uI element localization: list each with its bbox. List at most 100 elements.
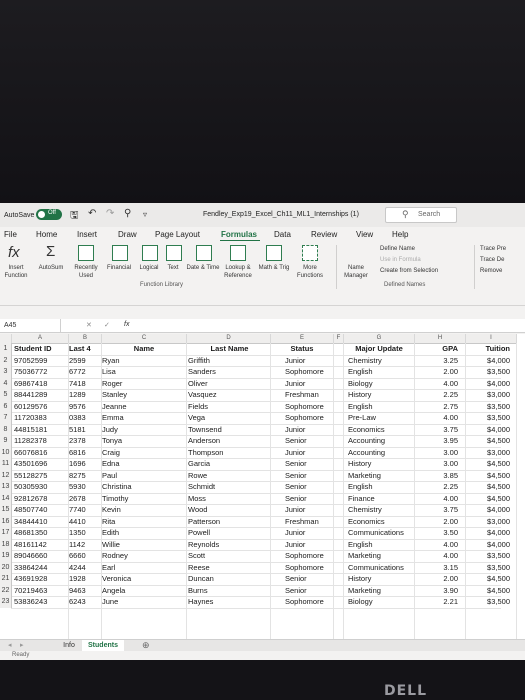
table-cell[interactable]: Marketing [348,550,414,561]
table-cell[interactable]: 60129576 [14,401,68,412]
table-cell[interactable]: $3,500 [462,412,510,423]
header-cell-d[interactable]: Last Name [188,343,271,354]
table-cell[interactable]: 3.75 [415,424,458,435]
row-header[interactable]: 16 [0,515,12,527]
undo-icon[interactable]: ↶ [88,208,96,219]
row-header[interactable]: 8 [0,423,12,435]
table-cell[interactable]: Junior [285,539,331,550]
table-cell[interactable]: Senior [285,493,331,504]
row-header[interactable]: 19 [0,550,12,562]
table-cell[interactable]: $4,500 [462,585,510,596]
table-cell[interactable]: Garcia [188,458,268,469]
table-cell[interactable]: $4,000 [462,539,510,550]
table-cell[interactable]: $4,500 [462,435,510,446]
table-cell[interactable]: Griffith [188,355,268,366]
table-cell[interactable]: Moss [188,493,268,504]
table-cell[interactable]: Communications [348,562,414,573]
financial-button[interactable]: Financial [104,264,134,272]
table-cell[interactable]: Haynes [188,596,268,607]
table-cell[interactable]: Timothy [102,493,182,504]
table-cell[interactable]: Marketing [348,585,414,596]
table-cell[interactable]: $4,000 [462,527,510,538]
table-cell[interactable]: 6772 [69,366,99,377]
table-cell[interactable]: Junior [285,378,331,389]
table-cell[interactable]: Stanley [102,389,182,400]
table-cell[interactable]: 2.25 [415,389,458,400]
text-icon[interactable] [166,245,182,261]
table-cell[interactable]: Willie [102,539,182,550]
date-time-icon[interactable] [196,245,212,261]
table-cell[interactable]: 4.00 [415,412,458,423]
table-cell[interactable]: Sophomore [285,366,331,377]
table-cell[interactable]: 8275 [69,470,99,481]
tab-view[interactable]: View [356,230,373,239]
header-cell-a[interactable]: Student ID [14,343,52,354]
table-cell[interactable]: 1696 [69,458,99,469]
quick-access-dropdown-icon[interactable]: ▿ [143,210,147,219]
table-cell[interactable]: Sophomore [285,550,331,561]
trace-dependents-button[interactable]: Trace De [480,256,504,264]
autosum-icon[interactable]: Σ [46,243,55,260]
table-cell[interactable]: Tonya [102,435,182,446]
table-cell[interactable]: Ryan [102,355,182,366]
tab-home[interactable]: Home [36,230,57,239]
header-cell-c[interactable]: Name [102,343,186,354]
table-cell[interactable]: Angela [102,585,182,596]
row-header[interactable]: 11 [0,458,12,470]
table-cell[interactable]: Anderson [188,435,268,446]
table-cell[interactable]: $3,500 [462,401,510,412]
table-cell[interactable]: Schmidt [188,481,268,492]
tab-data[interactable]: Data [274,230,291,239]
table-cell[interactable]: 6660 [69,550,99,561]
table-cell[interactable]: 3.25 [415,355,458,366]
table-cell[interactable]: 97052599 [14,355,68,366]
table-cell[interactable]: English [348,481,414,492]
table-cell[interactable]: $4,500 [462,458,510,469]
table-cell[interactable]: $4,000 [462,378,510,389]
formula-input[interactable] [140,319,525,332]
table-cell[interactable]: Fields [188,401,268,412]
table-cell[interactable]: 4.00 [415,493,458,504]
table-cell[interactable]: $3,000 [462,389,510,400]
table-cell[interactable]: Oliver [188,378,268,389]
row-header[interactable]: 20 [0,561,12,573]
table-cell[interactable]: Christina [102,481,182,492]
table-cell[interactable]: Junior [285,355,331,366]
recently-used-button[interactable]: Recently Used [68,264,104,280]
row-header[interactable]: 17 [0,527,12,539]
table-cell[interactable]: 3.95 [415,435,458,446]
text-button[interactable]: Text [162,264,184,272]
table-cell[interactable]: Senior [285,435,331,446]
tab-page-layout[interactable]: Page Layout [155,230,200,239]
table-cell[interactable]: 48681350 [14,527,68,538]
autosave-toggle[interactable]: Off [36,209,62,220]
table-cell[interactable]: 7418 [69,378,99,389]
table-cell[interactable]: 5181 [69,424,99,435]
row-header[interactable]: 3 [0,366,12,378]
table-cell[interactable]: 3.75 [415,504,458,515]
table-cell[interactable]: 48507740 [14,504,68,515]
table-cell[interactable]: 33864244 [14,562,68,573]
table-cell[interactable]: $4,500 [462,573,510,584]
table-cell[interactable]: 2378 [69,435,99,446]
row-header[interactable]: 7 [0,412,12,424]
header-cell-b[interactable]: Last 4 [69,343,91,354]
logical-icon[interactable] [142,245,158,261]
table-cell[interactable]: $4,000 [462,424,510,435]
table-cell[interactable]: 69867418 [14,378,68,389]
table-cell[interactable]: Junior [285,527,331,538]
table-cell[interactable]: Scott [188,550,268,561]
math-trig-icon[interactable] [266,245,282,261]
table-cell[interactable]: $4,500 [462,481,510,492]
table-cell[interactable]: Earl [102,562,182,573]
search-box[interactable]: ⚲ Search [385,207,457,223]
table-cell[interactable]: 9463 [69,585,99,596]
tab-file[interactable]: File [4,230,17,239]
row-header[interactable]: 2 [0,354,12,366]
table-cell[interactable]: $3,000 [462,447,510,458]
table-cell[interactable]: Accounting [348,435,414,446]
table-cell[interactable]: $3,500 [462,596,510,607]
table-cell[interactable]: English [348,401,414,412]
table-cell[interactable]: Reynolds [188,539,268,550]
table-cell[interactable]: 5930 [69,481,99,492]
